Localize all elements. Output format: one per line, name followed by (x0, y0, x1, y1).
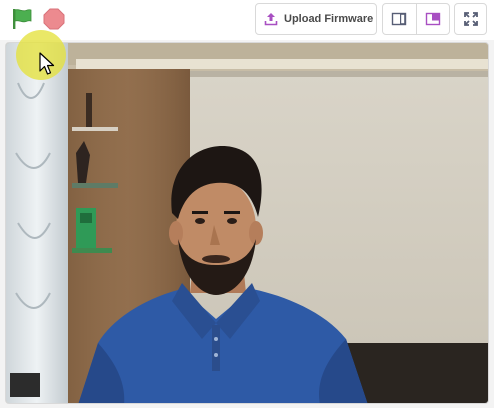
small-stage-icon (392, 12, 407, 26)
stage-wrapper: Upload Firmware (0, 0, 494, 408)
webcam-video-feed (6, 43, 488, 403)
large-stage-button[interactable] (417, 4, 450, 34)
green-flag-button[interactable] (10, 7, 34, 31)
stage-canvas[interactable] (5, 42, 489, 404)
stop-button[interactable] (42, 7, 66, 31)
upload-icon (264, 13, 278, 26)
fullscreen-icon (463, 12, 478, 26)
fullscreen-button[interactable] (454, 3, 487, 35)
small-stage-button[interactable] (383, 4, 417, 34)
large-stage-icon (425, 12, 440, 26)
upload-firmware-button[interactable]: Upload Firmware (255, 3, 377, 35)
stop-icon (43, 8, 65, 30)
green-flag-icon (13, 9, 32, 29)
upload-firmware-label: Upload Firmware (284, 13, 374, 25)
stage-toolbar: Upload Firmware (0, 0, 494, 40)
stage-size-toggle (382, 3, 450, 35)
